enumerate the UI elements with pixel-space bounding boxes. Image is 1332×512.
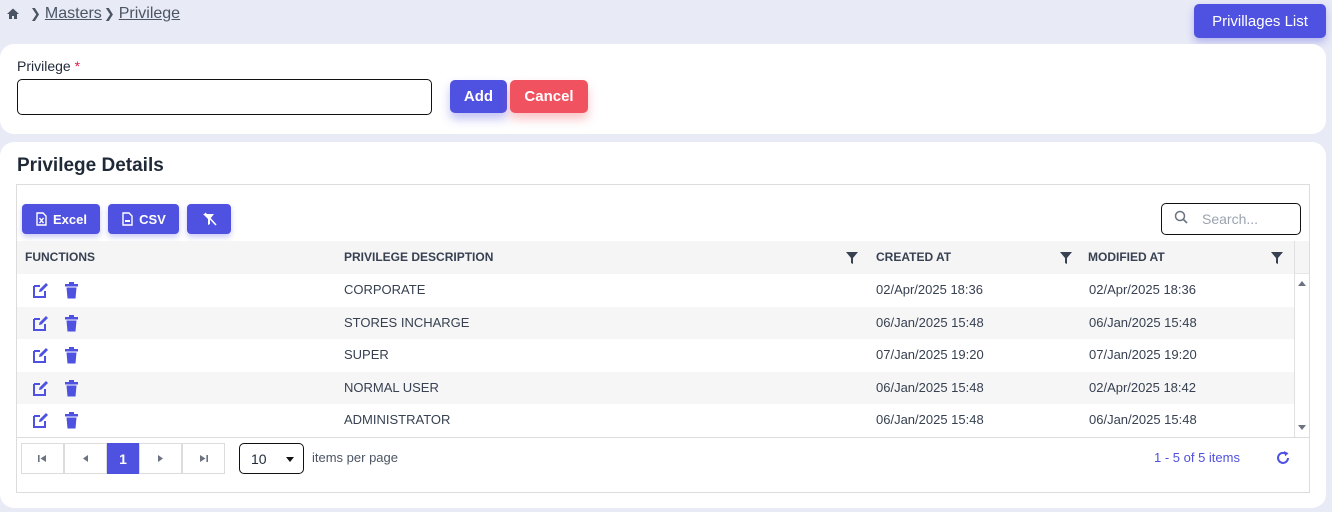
delete-icon[interactable] (64, 412, 81, 429)
delete-icon[interactable] (64, 282, 81, 299)
table-row: NORMAL USER 06/Jan/2025 15:48 02/Apr/202… (17, 371, 1294, 404)
items-per-page-label: items per page (312, 450, 398, 465)
add-button[interactable]: Add (450, 80, 507, 113)
table-body: CORPORATE 02/Apr/2025 18:36 02/Apr/2025 … (17, 274, 1294, 437)
cell-description: CORPORATE (344, 282, 426, 297)
refresh-icon[interactable] (1274, 449, 1292, 467)
page-size-select[interactable]: 10 (239, 443, 304, 474)
search-icon (1174, 210, 1188, 229)
table-header: FUNCTIONS PRIVILEGE DESCRIPTION CREATED … (17, 241, 1294, 274)
section-title: Privilege Details (17, 155, 164, 176)
cell-created-at: 06/Jan/2025 15:48 (876, 379, 984, 395)
cell-created-at: 02/Apr/2025 18:36 (876, 282, 983, 297)
excel-export-button[interactable]: Excel (22, 204, 100, 234)
excel-label: Excel (53, 211, 87, 227)
first-page-icon[interactable] (21, 443, 64, 474)
table-row: SUPER 07/Jan/2025 19:20 07/Jan/2025 19:2… (17, 339, 1294, 372)
clear-filter-button[interactable] (187, 204, 231, 234)
column-header-created-at[interactable]: CREATED AT (876, 241, 951, 274)
search-input[interactable] (1202, 211, 1292, 227)
cell-created-at: 06/Jan/2025 15:48 (876, 412, 984, 427)
chevron-right-icon: ❯ (30, 6, 41, 21)
cell-description: ADMINISTRATOR (344, 412, 451, 427)
excel-icon (35, 212, 48, 226)
delete-icon[interactable] (64, 379, 81, 397)
edit-icon[interactable] (32, 282, 49, 299)
privilege-label: Privilege * (17, 58, 80, 74)
delete-icon[interactable] (64, 314, 81, 332)
breadcrumb-privilege[interactable]: Privilege (119, 5, 180, 23)
column-header-modified-at[interactable]: MODIFIED AT (1088, 241, 1165, 274)
next-page-icon[interactable] (139, 443, 182, 474)
edit-icon[interactable] (32, 412, 49, 429)
privilege-form-card: Privilege * Add Cancel (0, 44, 1326, 134)
edit-icon[interactable] (32, 347, 49, 364)
cell-created-at: 06/Jan/2025 15:48 (876, 314, 984, 330)
filter-icon[interactable] (1271, 251, 1283, 264)
prev-page-icon[interactable] (64, 443, 107, 474)
chevron-down-icon (286, 457, 294, 462)
delete-icon[interactable] (64, 347, 81, 364)
page-size-value: 10 (251, 450, 267, 467)
cell-created-at: 07/Jan/2025 19:20 (876, 347, 984, 362)
pager: 1 10 items per page 1 - 5 of 5 items (17, 437, 1309, 477)
search-box[interactable] (1161, 203, 1301, 235)
pager-count: 1 - 5 of 5 items (1154, 450, 1240, 465)
table-row: STORES INCHARGE 06/Jan/2025 15:48 06/Jan… (17, 306, 1294, 339)
csv-export-button[interactable]: CSV (108, 204, 179, 234)
scroll-up-icon[interactable] (1298, 281, 1306, 286)
filter-icon[interactable] (1060, 251, 1072, 264)
privileges-list-button[interactable]: Privillages List (1194, 4, 1326, 38)
cell-modified-at: 02/Apr/2025 18:36 (1089, 282, 1196, 297)
page-number-button[interactable]: 1 (107, 443, 139, 474)
cell-description: NORMAL USER (344, 379, 439, 395)
column-header-functions: FUNCTIONS (25, 250, 95, 264)
chevron-right-icon: ❯ (103, 6, 115, 21)
privilege-input[interactable] (17, 79, 432, 115)
cell-description: SUPER (344, 347, 389, 362)
cell-modified-at: 06/Jan/2025 15:48 (1089, 412, 1197, 427)
vertical-scrollbar[interactable] (1294, 241, 1309, 438)
breadcrumb-masters[interactable]: Masters (45, 5, 102, 23)
cell-modified-at: 06/Jan/2025 15:48 (1089, 314, 1197, 330)
column-header-description[interactable]: PRIVILEGE DESCRIPTION (344, 241, 493, 274)
table-row: CORPORATE 02/Apr/2025 18:36 02/Apr/2025 … (17, 274, 1294, 307)
breadcrumb: ❯ Masters ❯ Privilege (6, 5, 180, 23)
privilege-grid: Excel CSV FUNCTIONS PRIVILEGE DESCRIPTIO… (16, 184, 1310, 493)
edit-icon[interactable] (32, 380, 49, 397)
edit-icon[interactable] (32, 315, 49, 332)
csv-label: CSV (139, 211, 166, 227)
cell-modified-at: 02/Apr/2025 18:42 (1089, 379, 1196, 395)
scroll-down-icon[interactable] (1298, 425, 1306, 430)
cell-modified-at: 07/Jan/2025 19:20 (1089, 347, 1197, 362)
csv-icon (121, 212, 134, 226)
last-page-icon[interactable] (182, 443, 225, 474)
privilege-details-card: Privilege Details Excel CSV Search... FU… (0, 142, 1326, 508)
cell-description: STORES INCHARGE (344, 314, 470, 330)
privilege-label-text: Privilege (17, 58, 71, 74)
home-icon[interactable] (6, 7, 20, 21)
table-row: ADMINISTRATOR 06/Jan/2025 15:48 06/Jan/2… (17, 404, 1294, 437)
filter-icon[interactable] (846, 251, 858, 264)
required-mark: * (74, 58, 81, 74)
cancel-button[interactable]: Cancel (510, 80, 588, 113)
clear-filter-icon (202, 211, 217, 227)
